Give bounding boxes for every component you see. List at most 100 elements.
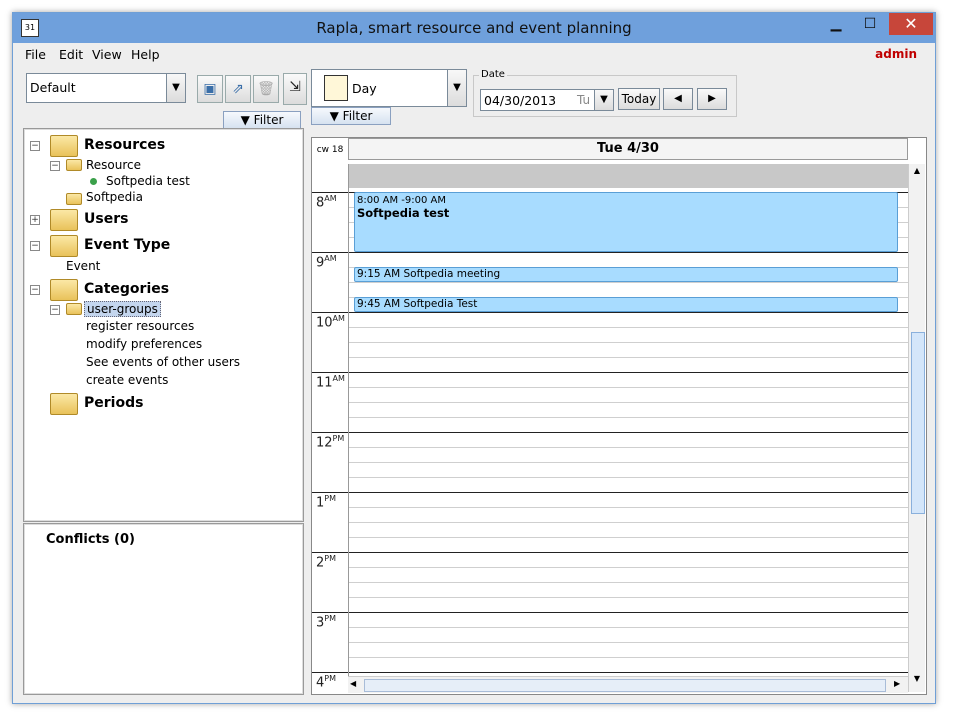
tree-node-resource-type[interactable]: Resource [86,158,141,172]
tree-node-group[interactable]: modify preferences [86,337,202,351]
collapse-icon[interactable]: − [30,285,40,295]
scroll-thumb[interactable] [911,332,925,514]
detach-button[interactable]: ⇲ [283,73,307,105]
collapse-icon[interactable]: − [50,305,60,315]
categories-folder-icon [50,279,78,301]
date-field-value: 04/30/2013 [484,93,557,108]
trash-icon: 🗑 [257,81,275,97]
slot-divider [348,597,908,598]
calendar-view-selector[interactable]: Day ▼ [311,69,467,107]
tree-node-categories[interactable]: Categories [84,281,169,297]
chevron-down-icon[interactable]: ▼ [447,70,466,106]
current-user[interactable]: admin [875,47,917,61]
resources-folder-icon [50,135,78,157]
scroll-down-icon[interactable]: ▼ [911,674,923,686]
week-number: cw 18 [316,145,344,155]
slot-divider [348,582,908,583]
filter-arrow-icon: ▼ [329,109,339,123]
slot-divider [348,642,908,643]
save-button[interactable]: ▣ [197,75,223,103]
calendar-event[interactable]: 9:45 AM Softpedia Test [354,297,898,312]
periods-folder-icon [50,393,78,415]
app-window: 31 Rapla, smart resource and event plann… [12,12,936,704]
tree-node-resources[interactable]: Resources [84,137,165,153]
maximize-button[interactable]: ☐ [855,13,885,35]
slot-divider [348,462,908,463]
tree-node-softpedia[interactable]: Softpedia [86,190,143,204]
folder-icon [66,193,82,205]
date-field[interactable]: 04/30/2013 Tu ▼ [480,89,614,111]
delete-button[interactable]: 🗑 [253,75,279,103]
next-day-button[interactable]: ▶ [697,88,727,110]
collapse-icon[interactable]: − [30,141,40,151]
previous-day-button[interactable]: ◀ [663,88,693,110]
slot-divider [348,402,908,403]
calendar-event[interactable]: 8:00 AM -9:00 AM Softpedia test [354,192,898,252]
left-filter-label: Filter [253,113,284,127]
tree-node-group[interactable]: See events of other users [86,355,240,369]
tree-node-periods[interactable]: Periods [84,395,143,411]
tree-node-softpedia-test[interactable]: Softpedia test [106,174,190,188]
event-time: 8:00 AM -9:00 AM [357,195,446,206]
event-time: 9:45 AM [357,298,401,310]
window-title: Rapla, smart resource and event planning [316,19,632,37]
date-label: Date [479,69,507,80]
scroll-left-icon[interactable]: ◀ [350,679,362,688]
save-icon: ▣ [203,81,217,97]
users-folder-icon [50,209,78,231]
today-button[interactable]: Today [618,88,660,110]
horizontal-scrollbar[interactable]: ◀ ▶ [348,676,908,693]
folder-icon [66,303,82,315]
vertical-scrollbar[interactable]: ▲ ▼ [908,164,925,692]
time-column-divider [348,164,349,676]
tree-node-group[interactable]: register resources [86,319,194,333]
chevron-down-icon[interactable]: ▼ [594,90,613,110]
collapse-icon[interactable]: − [50,161,60,171]
hour-label: 2PM [316,554,337,571]
collapse-icon[interactable]: − [30,241,40,251]
hour-label: 3PM [316,614,337,631]
title-bar[interactable]: 31 Rapla, smart resource and event plann… [13,13,935,43]
slot-divider [348,567,908,568]
menu-file[interactable]: File [25,47,46,62]
view-selector[interactable]: Default ▼ [26,73,186,103]
right-filter-button[interactable]: ▼ Filter [311,107,391,125]
minimize-button[interactable]: ▁ [821,13,851,35]
slot-divider [348,627,908,628]
menu-edit[interactable]: Edit [59,47,83,62]
expand-icon[interactable]: + [30,215,40,225]
hour-divider [312,432,908,433]
event-title: Softpedia meeting [403,268,501,280]
all-day-row[interactable] [348,164,908,188]
slot-divider [348,447,908,448]
slot-divider [348,657,908,658]
slot-divider [348,507,908,508]
scroll-thumb[interactable] [364,679,886,692]
detach-icon: ⇲ [289,79,301,95]
day-header[interactable]: Tue 4/30 [348,138,908,160]
tree-node-user-groups[interactable]: user-groups [84,301,161,317]
calendar-day-icon [324,75,348,101]
scroll-right-icon[interactable]: ▶ [894,679,906,688]
hour-label: 8AM [316,194,337,211]
calendar-event[interactable]: 9:15 AM Softpedia meeting [354,267,898,282]
close-button[interactable]: ✕ [889,13,933,35]
tree-node-event-type[interactable]: Event Type [84,237,170,253]
chevron-down-icon[interactable]: ▼ [166,74,185,102]
tree-node-event[interactable]: Event [66,259,100,273]
left-filter-button[interactable]: ▼ Filter [223,111,301,129]
menu-help[interactable]: Help [131,47,160,62]
conflicts-label[interactable]: Conflicts (0) [46,532,135,547]
hour-divider [312,672,908,673]
tree-node-users[interactable]: Users [84,211,128,227]
event-title: Softpedia test [357,206,450,220]
scroll-up-icon[interactable]: ▲ [911,166,923,178]
menu-view[interactable]: View [92,47,122,62]
right-filter-label: Filter [342,109,373,123]
tree-node-group[interactable]: create events [86,373,168,387]
export-button[interactable]: ⇗ [225,75,251,103]
slot-divider [348,537,908,538]
view-selector-value: Default [30,80,76,95]
calendar-view-value: Day [352,81,377,96]
hour-label: 4PM [316,674,337,691]
